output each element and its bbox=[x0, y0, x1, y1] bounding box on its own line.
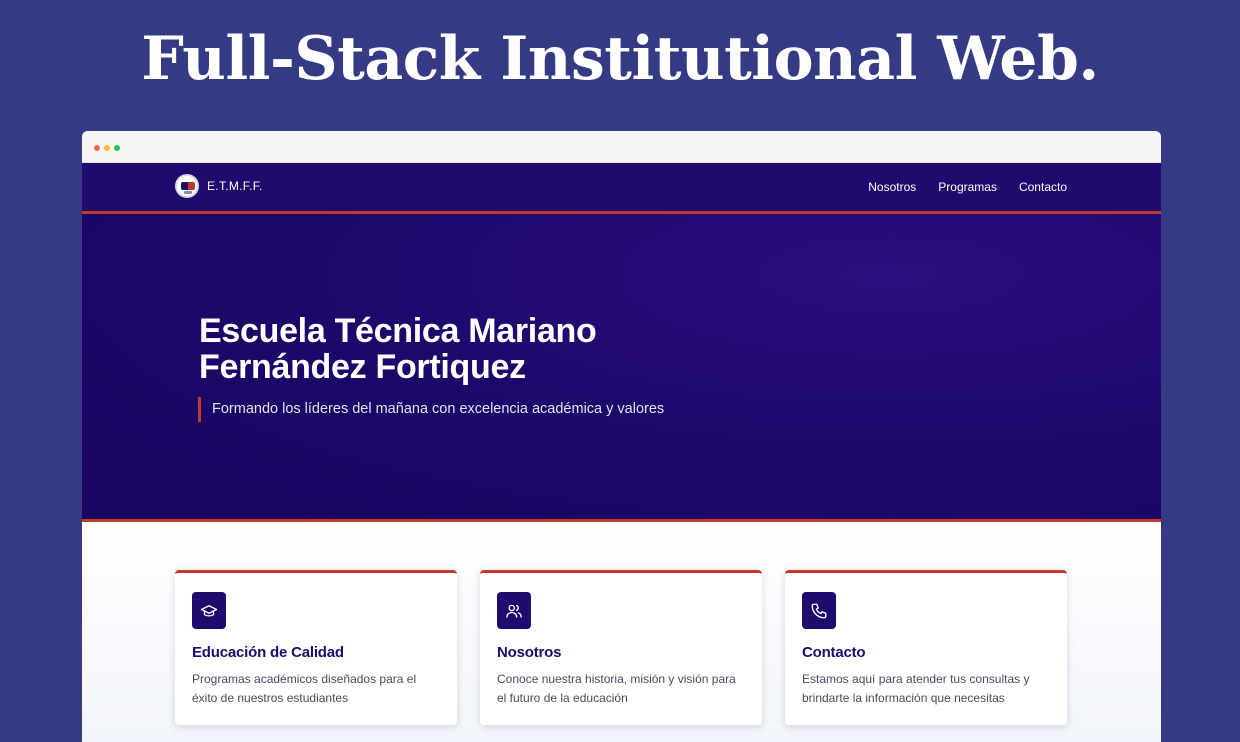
card-title: Nosotros bbox=[497, 644, 562, 661]
nav-link-programas[interactable]: Programas bbox=[938, 180, 997, 194]
features-section: Educación de Calidad Programas académico… bbox=[82, 525, 1161, 742]
card-title: Educación de Calidad bbox=[192, 644, 344, 661]
card-title: Contacto bbox=[802, 644, 866, 661]
school-logo-icon bbox=[175, 174, 199, 198]
page-headline: Full-Stack Institutional Web. bbox=[141, 24, 1099, 94]
feature-card-nosotros[interactable]: Nosotros Conoce nuestra historia, misión… bbox=[480, 570, 762, 725]
maximize-window-dot[interactable] bbox=[114, 145, 120, 151]
card-text: Programas académicos diseñados para el é… bbox=[192, 672, 417, 705]
browser-window: E.T.M.F.F. Nosotros Programas Contacto E… bbox=[82, 131, 1161, 742]
site-navbar: E.T.M.F.F. Nosotros Programas Contacto bbox=[82, 163, 1161, 214]
feature-card-educacion[interactable]: Educación de Calidad Programas académico… bbox=[175, 570, 457, 725]
nav-link-nosotros[interactable]: Nosotros bbox=[868, 180, 916, 194]
hero-title: Escuela Técnica Mariano Fernández Fortiq… bbox=[199, 312, 597, 386]
brand[interactable]: E.T.M.F.F. bbox=[175, 174, 263, 198]
browser-titlebar bbox=[82, 131, 1161, 163]
feature-card-contacto[interactable]: Contacto Estamos aquí para atender tus c… bbox=[785, 570, 1067, 725]
minimize-window-dot[interactable] bbox=[104, 145, 110, 151]
hero-section: Escuela Técnica Mariano Fernández Fortiq… bbox=[82, 214, 1161, 522]
hero-tagline: Formando los líderes del mañana con exce… bbox=[198, 397, 664, 422]
users-icon bbox=[497, 592, 531, 629]
nav-links: Nosotros Programas Contacto bbox=[868, 180, 1067, 194]
card-text: Conoce nuestra historia, misión y visión… bbox=[497, 672, 736, 705]
graduation-cap-icon bbox=[192, 592, 226, 629]
card-text: Estamos aquí para atender tus consultas … bbox=[802, 672, 1030, 705]
brand-name: E.T.M.F.F. bbox=[207, 179, 263, 193]
nav-link-contacto[interactable]: Contacto bbox=[1019, 180, 1067, 194]
close-window-dot[interactable] bbox=[94, 145, 100, 151]
phone-icon bbox=[802, 592, 836, 629]
